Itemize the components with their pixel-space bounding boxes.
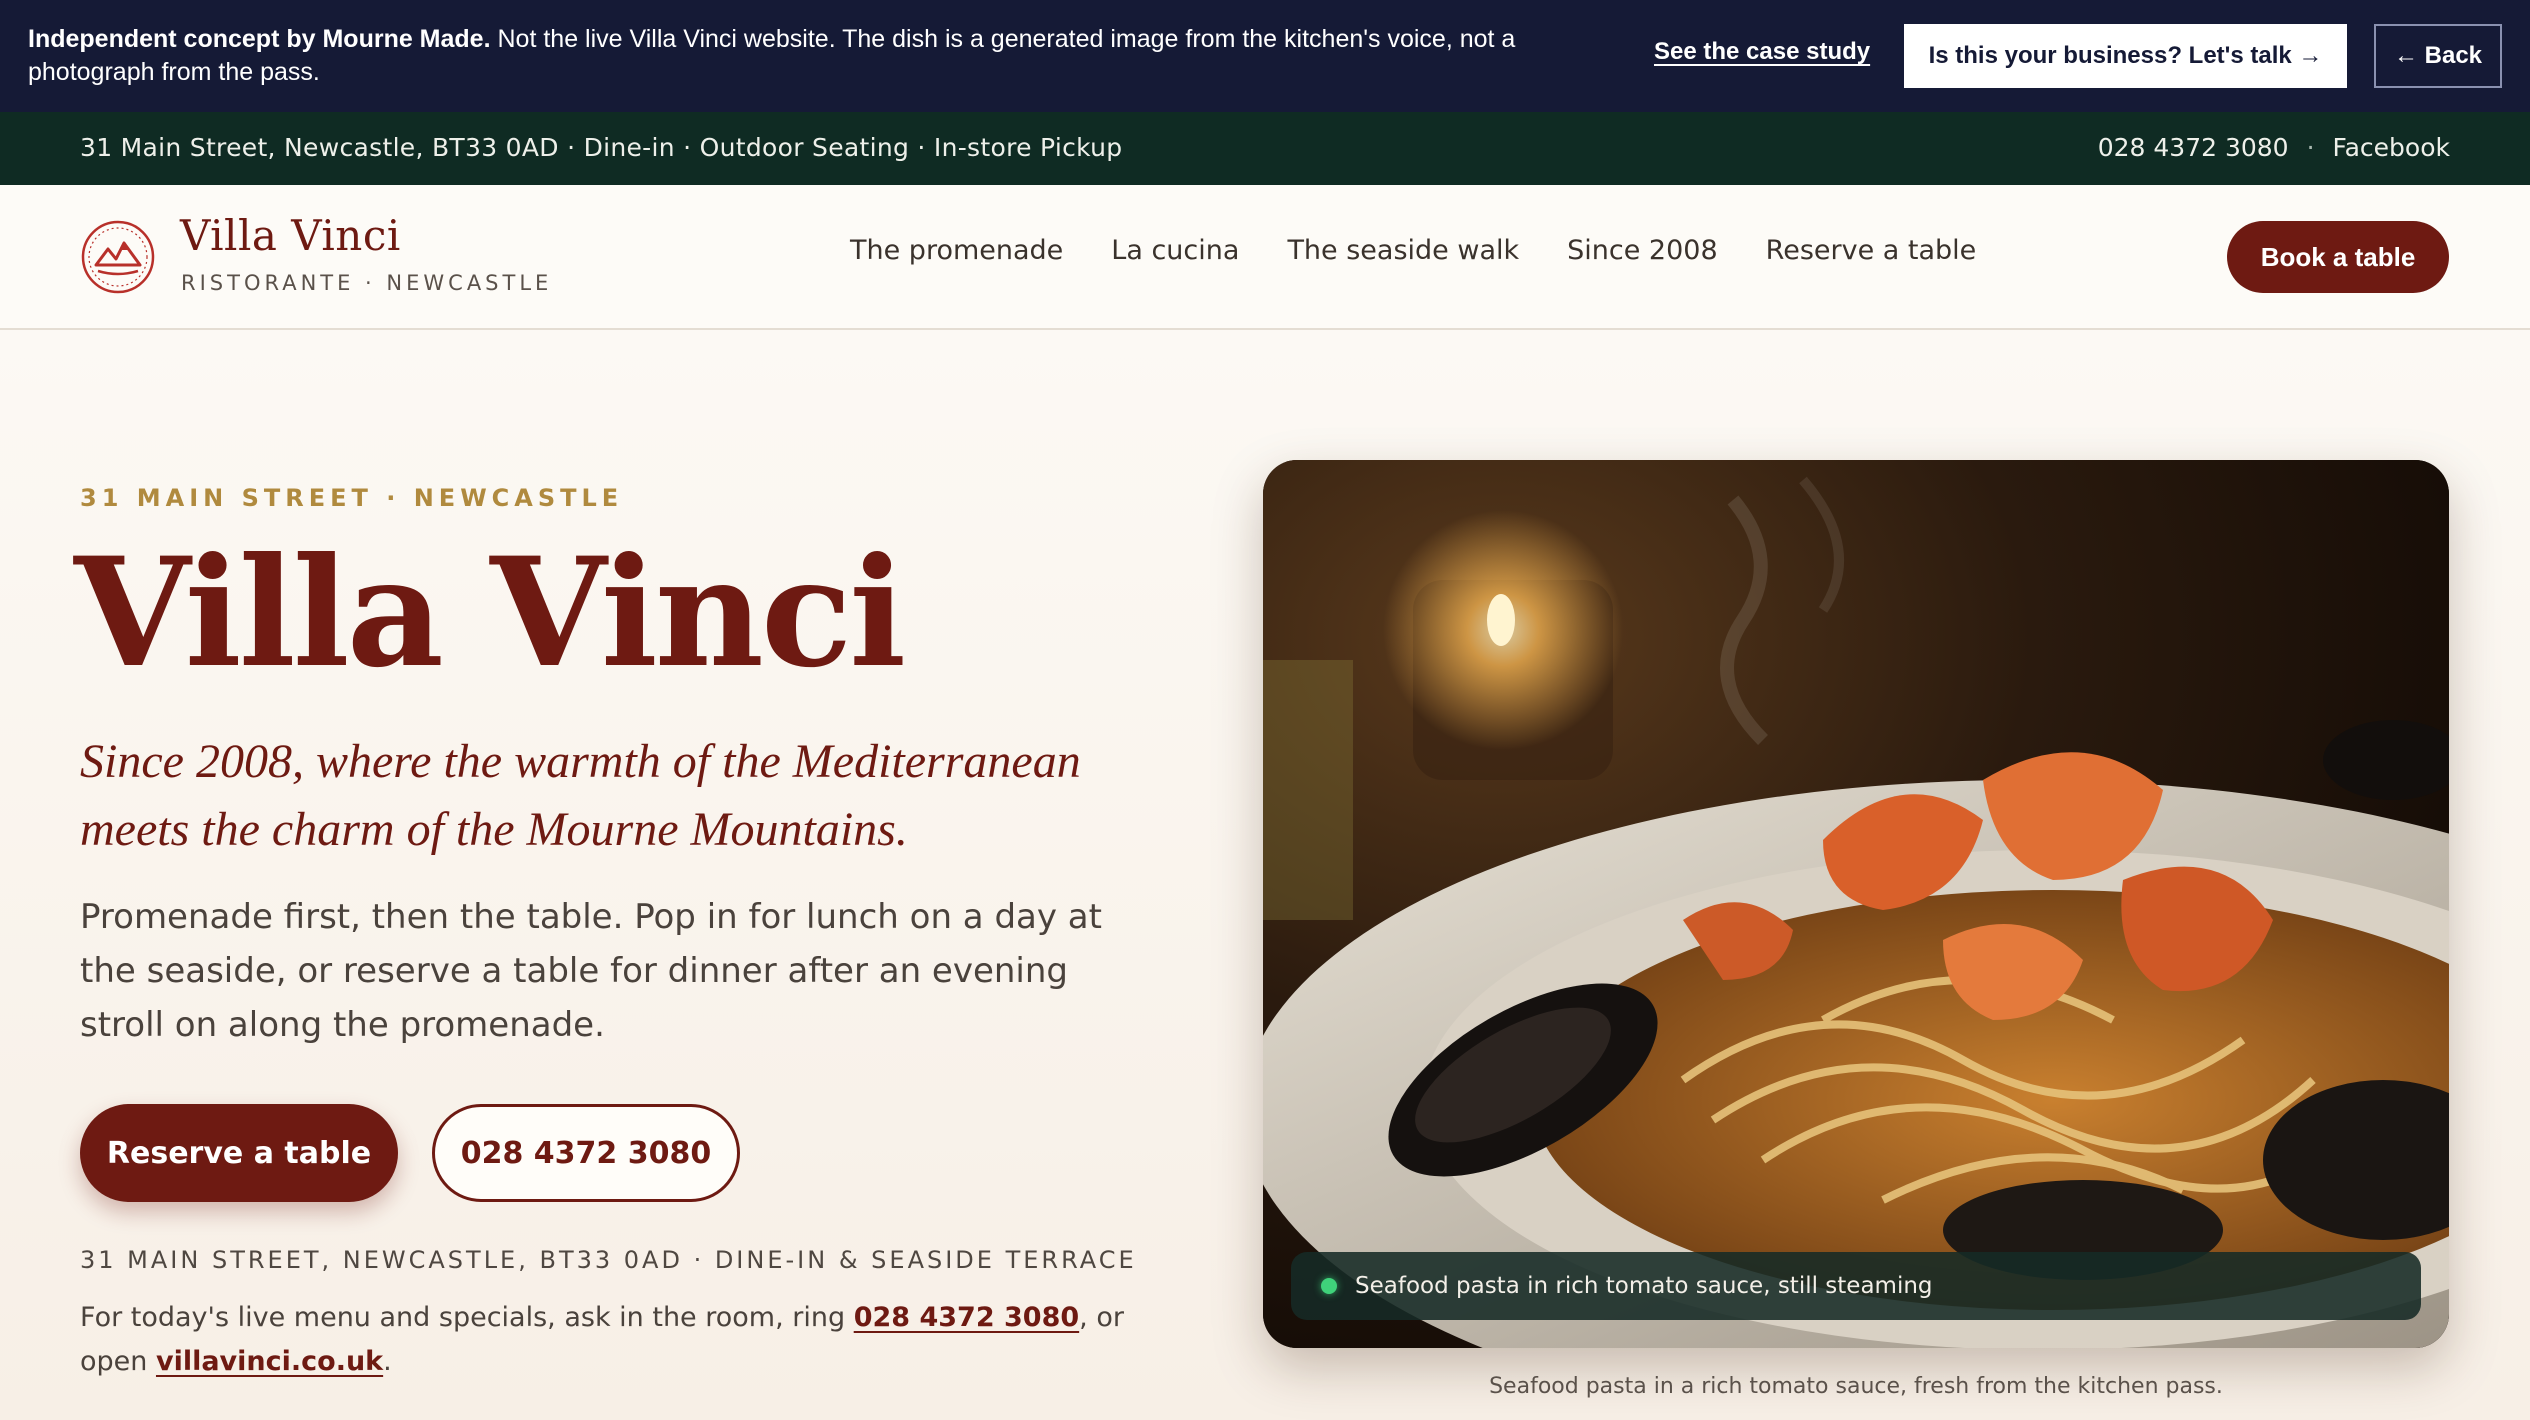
mountain-logo-icon[interactable] xyxy=(80,219,156,295)
hero-body: Promenade first, then the table. Pop in … xyxy=(80,897,1102,1045)
nav-item-la-cucina[interactable]: La cucina xyxy=(1111,235,1239,266)
separator: · xyxy=(2306,133,2315,162)
seafood-pasta-image: Seafood pasta in rich tomato sauce, stil… xyxy=(1263,460,2449,1348)
nav-item-since-2008[interactable]: Since 2008 xyxy=(1567,235,1718,266)
back-button[interactable]: ← Back xyxy=(2374,24,2502,88)
seafood-pasta-illustration xyxy=(1263,460,2449,1348)
nav-item-promenade[interactable]: The promenade xyxy=(850,235,1063,266)
lets-talk-button[interactable]: Is this your business? Let's talk → xyxy=(1904,24,2347,88)
status-dot-icon xyxy=(1321,1278,1337,1294)
live-note-suffix: . xyxy=(383,1346,392,1377)
book-table-button[interactable]: Book a table xyxy=(2227,221,2449,293)
address-services: 31 Main Street, Newcastle, BT33 0AD · Di… xyxy=(80,133,1123,162)
main-nav: The promenade La cucina The seaside walk… xyxy=(850,235,1976,266)
contact-links: 028 4372 3080 · Facebook xyxy=(2098,133,2450,162)
hero-tagline: Since 2008, where the warmth of the Medi… xyxy=(80,735,1081,856)
reserve-table-button[interactable]: Reserve a table xyxy=(80,1104,398,1202)
brand-subtitle: RISTORANTE · NEWCASTLE xyxy=(181,271,553,295)
live-note-phone-link[interactable]: 028 4372 3080 xyxy=(854,1302,1079,1333)
image-caption: Seafood pasta in a rich tomato sauce, fr… xyxy=(1489,1374,2223,1399)
website-link[interactable]: villavinci.co.uk xyxy=(156,1346,383,1377)
hero-title: Villa Vinci xyxy=(74,525,906,701)
hero-address-line: 31 MAIN STREET, NEWCASTLE, BT33 0AD · DI… xyxy=(80,1246,1137,1274)
brand-name[interactable]: Villa Vinci xyxy=(180,211,401,260)
site-header: Villa Vinci RISTORANTE · NEWCASTLE The p… xyxy=(0,185,2530,330)
nav-item-seaside-walk[interactable]: The seaside walk xyxy=(1287,235,1519,266)
notice-bold-text: Independent concept by Mourne Made. xyxy=(28,25,491,53)
case-study-link[interactable]: See the case study xyxy=(1654,38,1870,66)
notice-text: Independent concept by Mourne Made. Not … xyxy=(28,23,1648,89)
facebook-link[interactable]: Facebook xyxy=(2333,133,2450,162)
nav-item-reserve[interactable]: Reserve a table xyxy=(1766,235,1977,266)
infobar-phone-link[interactable]: 028 4372 3080 xyxy=(2098,133,2289,162)
image-pill-text: Seafood pasta in rich tomato sauce, stil… xyxy=(1355,1273,1933,1299)
image-status-pill: Seafood pasta in rich tomato sauce, stil… xyxy=(1291,1252,2421,1320)
info-bar: 31 Main Street, Newcastle, BT33 0AD · Di… xyxy=(0,112,2530,185)
call-phone-button[interactable]: 028 4372 3080 xyxy=(432,1104,740,1202)
live-note-prefix: For today's live menu and specials, ask … xyxy=(80,1302,854,1333)
live-menu-note: For today's live menu and specials, ask … xyxy=(80,1296,1180,1384)
hero-eyebrow: 31 MAIN STREET · NEWCASTLE xyxy=(80,484,624,512)
concept-notice-bar: Independent concept by Mourne Made. Not … xyxy=(0,0,2530,112)
